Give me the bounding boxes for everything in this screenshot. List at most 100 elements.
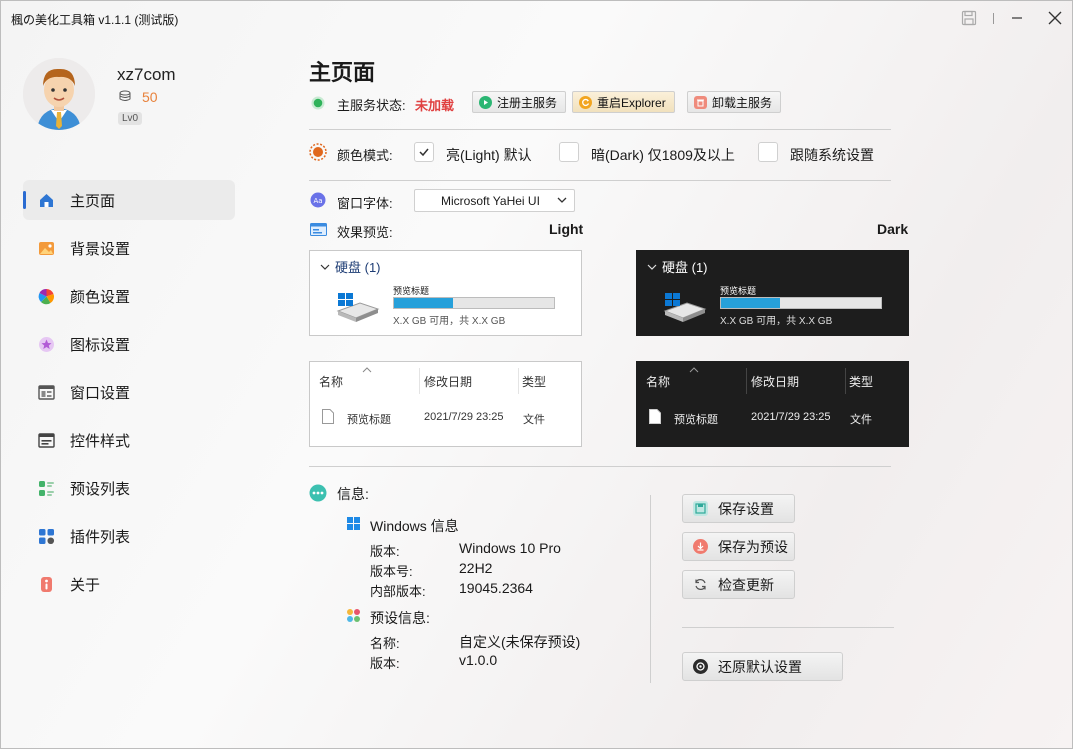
restart-explorer-label: 重启Explorer: [597, 95, 666, 110]
sidebar-item-label: 预设列表: [70, 480, 131, 498]
disk-group-label: 硬盘 (1): [662, 260, 708, 275]
dark-mode-label: 暗(Dark) 仅1809及以上: [591, 147, 735, 163]
titlebar-separator: [993, 13, 994, 24]
coin-count: 50: [142, 89, 158, 105]
window-icon: [38, 384, 55, 401]
sidebar-item-label: 插件列表: [70, 528, 131, 546]
chevron-down-icon: [320, 264, 330, 270]
save-icon[interactable]: [956, 7, 982, 29]
info-key: 版本:: [370, 544, 400, 559]
level-badge: Lv0: [118, 112, 143, 125]
divider: [309, 129, 891, 130]
column-separator: [845, 368, 846, 394]
disk-usage-fill: [721, 298, 781, 308]
column-separator: [419, 368, 420, 394]
plugins-icon: [38, 528, 55, 545]
sidebar-item-label: 图标设置: [70, 336, 131, 354]
download-icon: [693, 539, 708, 554]
sidebar-item-about[interactable]: 关于: [23, 564, 235, 604]
coins-icon: [118, 89, 132, 103]
info-icon: [38, 576, 55, 593]
dark-disk-preview: 硬盘 (1) 预览标题 X.X GB 可用，共 X.X GB: [636, 250, 909, 336]
dark-mode-checkbox[interactable]: [559, 142, 579, 162]
sidebar-item-color[interactable]: 颜色设置: [23, 276, 235, 316]
info-key: 版本号:: [370, 564, 413, 579]
info-value: Windows 10 Pro: [459, 540, 561, 556]
divider: [309, 180, 891, 181]
trash-icon: [694, 95, 707, 109]
color-mode-icon: [309, 143, 327, 161]
dark-file-list-preview: 名称 修改日期 类型 预览标题 2021/7/29 23:25 文件: [636, 361, 909, 447]
divider: [309, 466, 891, 467]
info-key: 版本:: [370, 656, 400, 671]
disk-free-text: X.X GB 可用，共 X.X GB: [720, 316, 833, 327]
column-separator: [518, 368, 519, 394]
restore-default-label: 还原默认设置: [718, 658, 802, 675]
sidebar-item-icons[interactable]: 图标设置: [23, 324, 235, 364]
register-service-button[interactable]: 注册主服务: [472, 91, 567, 113]
restart-explorer-button[interactable]: 重启Explorer: [572, 91, 675, 113]
file-row-name: 预览标题: [347, 414, 391, 426]
save-settings-label: 保存设置: [718, 500, 774, 517]
save-as-preset-button[interactable]: 保存为预设: [682, 532, 795, 561]
checkmark-icon: [419, 148, 429, 157]
check-update-button[interactable]: 检查更新: [682, 570, 795, 599]
file-row-date: 2021/7/29 23:25: [424, 411, 504, 423]
picture-icon: [38, 240, 55, 257]
light-mode-checkbox[interactable]: [414, 142, 434, 162]
font-select[interactable]: Microsoft YaHei UI: [414, 189, 575, 212]
service-status-value: 未加载: [415, 98, 455, 113]
sidebar-item-controls[interactable]: 控件样式: [23, 420, 235, 460]
save-settings-button[interactable]: 保存设置: [682, 494, 795, 523]
status-dot-icon: [311, 96, 325, 110]
disk-free-text: X.X GB 可用，共 X.X GB: [393, 316, 506, 327]
disk-group-header: 硬盘 (1): [320, 257, 381, 276]
file-row-date: 2021/7/29 23:25: [751, 411, 831, 423]
register-service-label: 注册主服务: [497, 95, 558, 110]
sidebar-item-label: 主页面: [70, 192, 116, 210]
svg-text:Aa: Aa: [313, 197, 322, 205]
avatar[interactable]: [23, 58, 95, 130]
restore-default-button[interactable]: 还原默认设置: [682, 652, 843, 681]
sidebar-item-background[interactable]: 背景设置: [23, 228, 235, 268]
preview-icon: [310, 223, 327, 236]
sidebar-item-presets[interactable]: 预设列表: [23, 468, 235, 508]
follow-system-checkbox[interactable]: [758, 142, 778, 162]
refresh-icon: [579, 95, 592, 109]
font-icon: Aa: [310, 192, 326, 208]
chevron-down-icon: [556, 194, 568, 209]
disk-group-header: 硬盘 (1): [647, 257, 708, 276]
sidebar-item-window[interactable]: 窗口设置: [23, 372, 235, 412]
file-row-name: 预览标题: [674, 414, 718, 426]
column-header-name: 名称: [646, 375, 671, 389]
app-title: 楓の美化工具箱 v1.1.1 (测试版): [11, 13, 179, 27]
sidebar-item-label: 控件样式: [70, 432, 131, 450]
disk-usage-bar: [393, 297, 555, 309]
preset-info-title: 预设信息:: [370, 610, 430, 626]
light-disk-preview: 硬盘 (1) 预览标题 X.X GB 可用，共 X.X GB: [309, 250, 582, 336]
follow-system-label: 跟随系统设置: [790, 147, 874, 163]
disk-group-label: 硬盘 (1): [335, 260, 381, 275]
info-key: 名称:: [370, 636, 400, 651]
file-icon: [322, 409, 334, 424]
sidebar-item-plugins[interactable]: 插件列表: [23, 516, 235, 556]
sidebar-item-label: 窗口设置: [70, 384, 131, 402]
sort-up-icon: [689, 365, 699, 376]
preset-list-icon: [38, 480, 55, 497]
app-window: 楓の美化工具箱 v1.1.1 (测试版) xz7com 50 Lv0 主页面 背…: [0, 0, 1073, 749]
sidebar-item-label: 关于: [70, 576, 101, 594]
uninstall-service-label: 卸载主服务: [712, 95, 773, 110]
drive-icon: [336, 289, 380, 323]
save-icon: [693, 501, 708, 516]
minimize-button[interactable]: [1004, 7, 1030, 29]
column-header-type: 类型: [522, 375, 547, 389]
close-button[interactable]: [1042, 7, 1068, 29]
page-title: 主页面: [309, 60, 376, 85]
info-value: 22H2: [459, 560, 493, 576]
uninstall-service-button[interactable]: 卸载主服务: [687, 91, 782, 113]
disk-name: 预览标题: [393, 286, 430, 296]
drive-icon: [663, 289, 707, 323]
light-preview-title: Light: [549, 221, 584, 237]
sidebar-item-home[interactable]: 主页面: [23, 180, 235, 220]
column-header-date: 修改日期: [751, 375, 800, 389]
